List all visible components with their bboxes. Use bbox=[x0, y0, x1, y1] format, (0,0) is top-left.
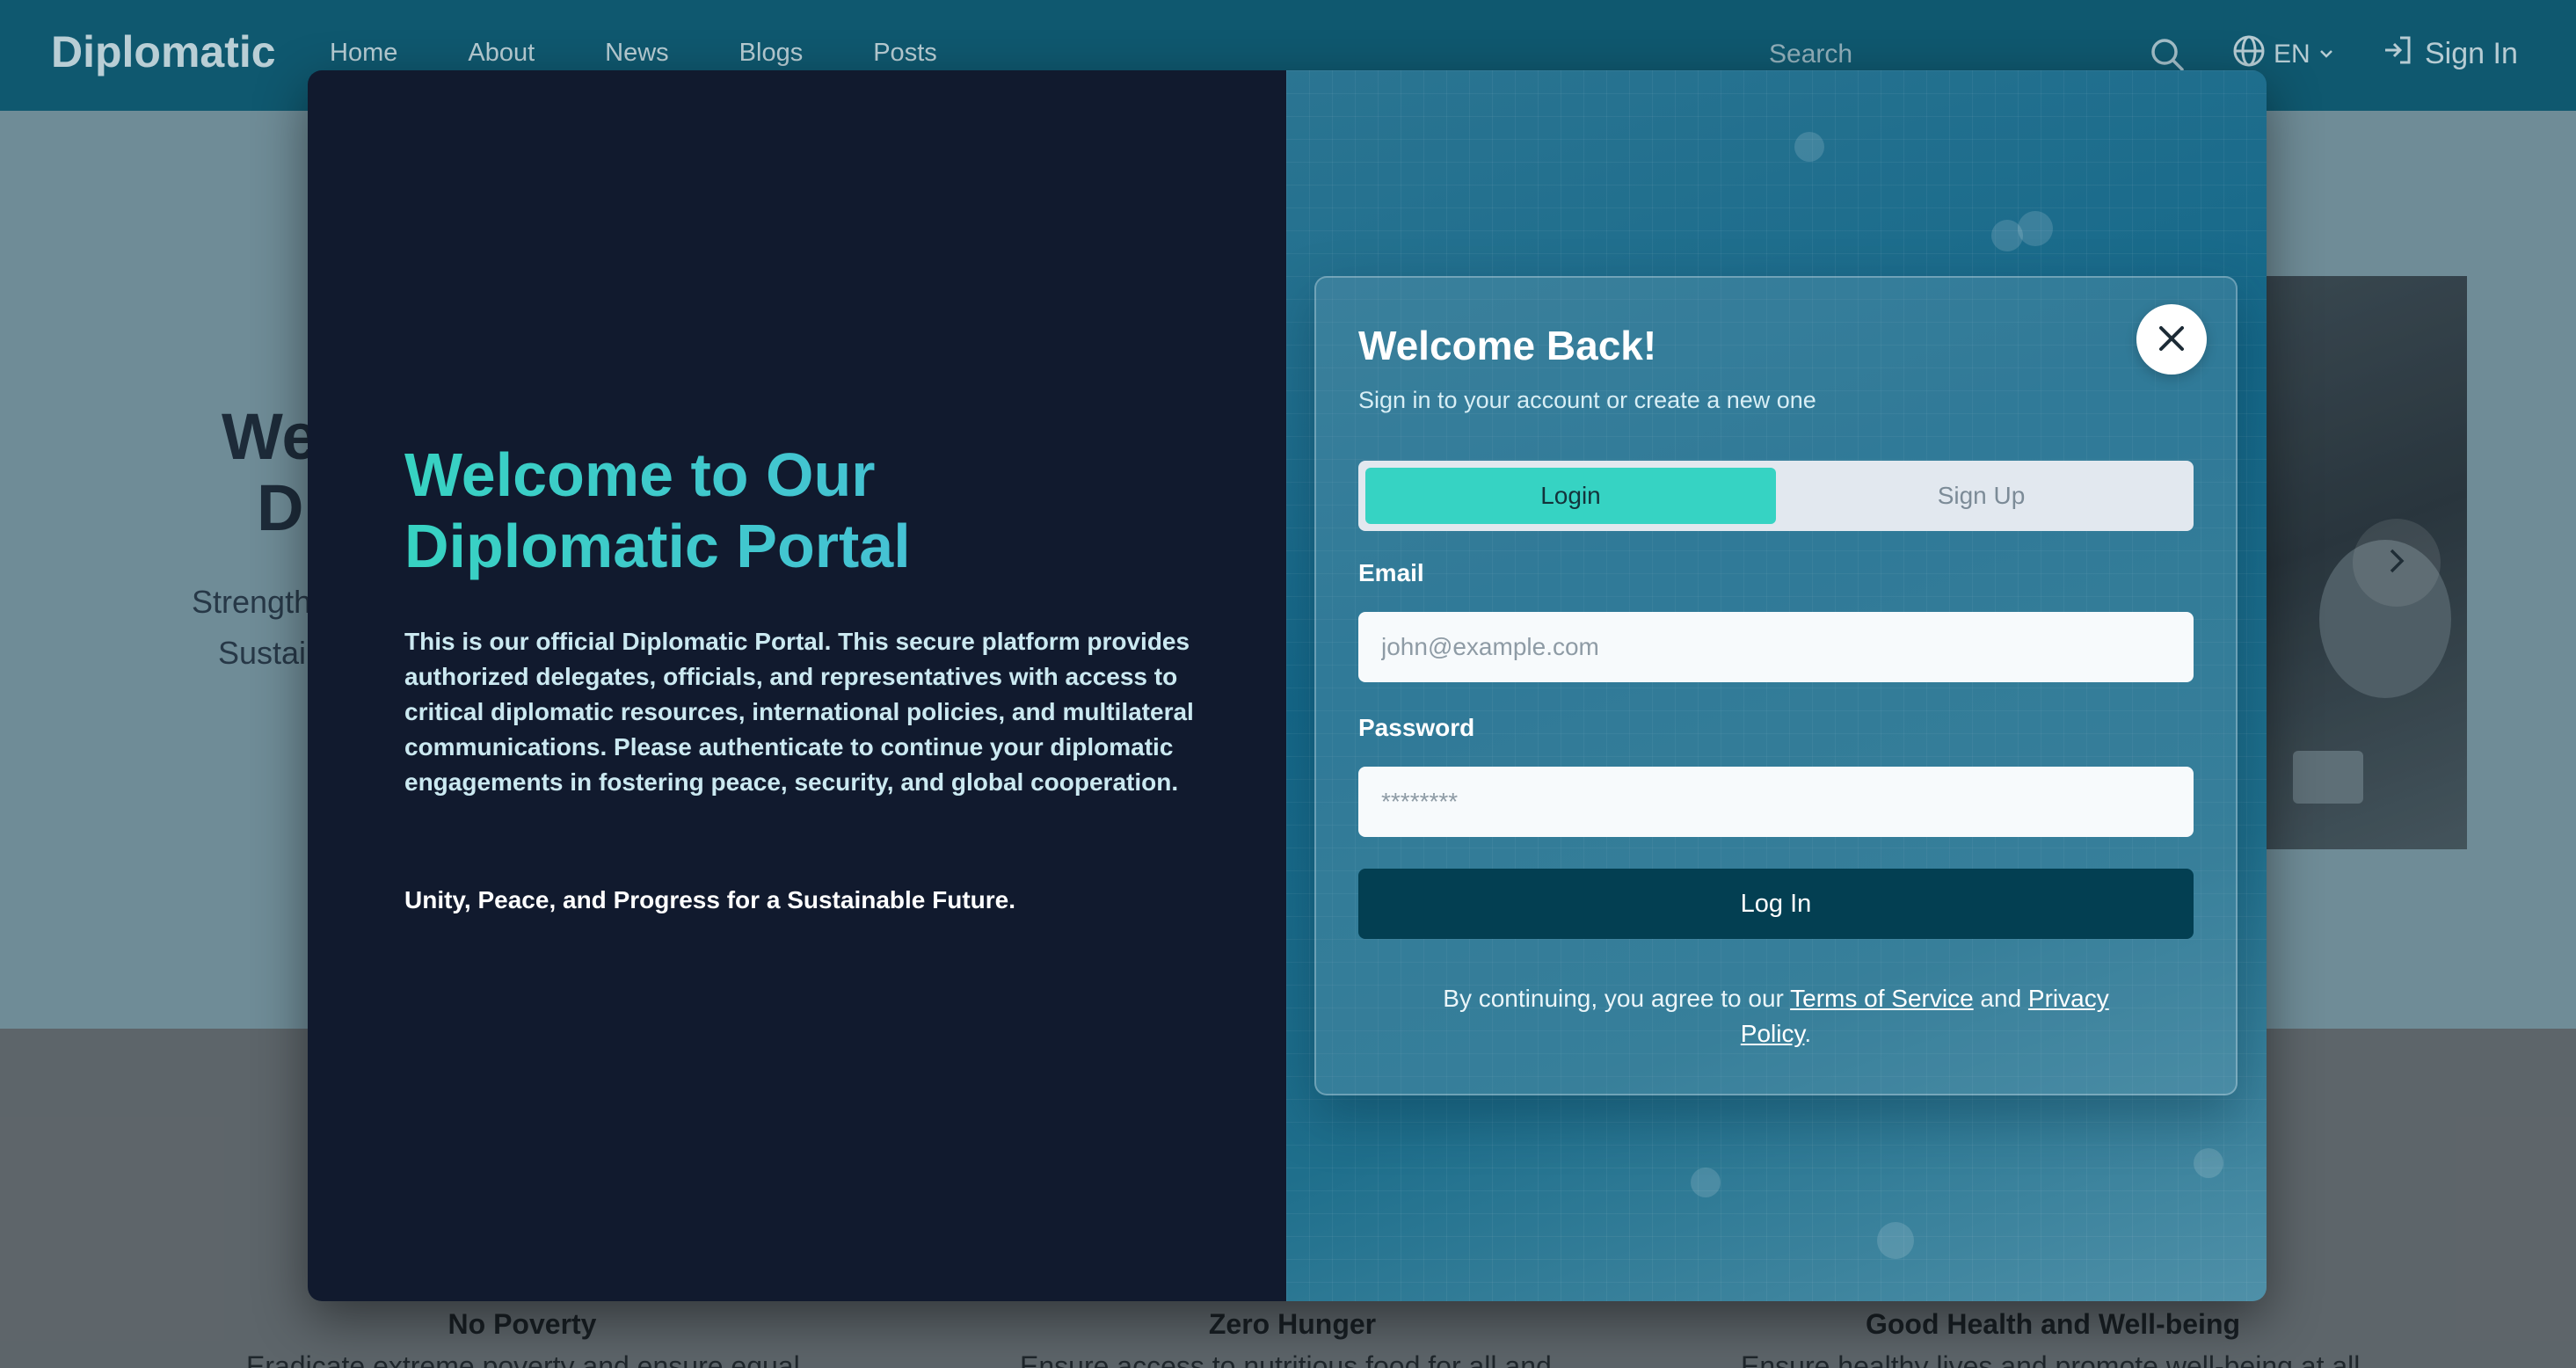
email-field[interactable] bbox=[1358, 612, 2194, 682]
modal-form-panel: Welcome Back! Sign in to your account or… bbox=[1286, 70, 2267, 1301]
intro-motto: Unity, Peace, and Progress for a Sustain… bbox=[404, 886, 1016, 913]
login-button[interactable]: Log In bbox=[1358, 869, 2194, 939]
decor-bubble bbox=[1877, 1222, 1914, 1259]
terms-prefix: By continuing, you agree to our bbox=[1443, 985, 1784, 1012]
login-card: Welcome Back! Sign in to your account or… bbox=[1314, 276, 2238, 1095]
intro-title-line2: Diplomatic Portal bbox=[404, 512, 911, 581]
card-subtitle: Sign in to your account or create a new … bbox=[1358, 387, 1816, 413]
intro-title: Welcome to Our Diplomatic Portal bbox=[404, 440, 1196, 582]
password-field[interactable] bbox=[1358, 767, 2194, 837]
terms-and: and bbox=[1980, 985, 2022, 1012]
password-label: Password bbox=[1358, 714, 1475, 741]
email-label: Email bbox=[1358, 559, 1424, 586]
decor-bubble bbox=[2194, 1148, 2223, 1178]
close-button[interactable] bbox=[2136, 304, 2207, 375]
terms-of-service-link[interactable]: Terms of Service bbox=[1790, 985, 1974, 1012]
tab-signup[interactable]: Sign Up bbox=[1776, 468, 2187, 524]
decor-bubble bbox=[2018, 211, 2053, 246]
tab-login[interactable]: Login bbox=[1365, 468, 1776, 524]
decor-bubble bbox=[1691, 1168, 1721, 1197]
auth-tabs: Login Sign Up bbox=[1358, 461, 2194, 531]
terms-suffix: . bbox=[1804, 1020, 1812, 1047]
intro-title-line1: Welcome to Our bbox=[404, 440, 876, 509]
modal-intro-panel: Welcome to Our Diplomatic Portal This is… bbox=[308, 70, 1286, 1301]
login-modal: Welcome to Our Diplomatic Portal This is… bbox=[308, 70, 2267, 1301]
card-title: Welcome Back! bbox=[1358, 323, 1657, 368]
decor-bubble bbox=[1794, 132, 1824, 162]
terms-notice: By continuing, you agree to our Terms of… bbox=[1422, 981, 2130, 1051]
intro-description: This is our official Diplomatic Portal. … bbox=[404, 628, 1194, 796]
close-icon bbox=[2157, 324, 2187, 356]
